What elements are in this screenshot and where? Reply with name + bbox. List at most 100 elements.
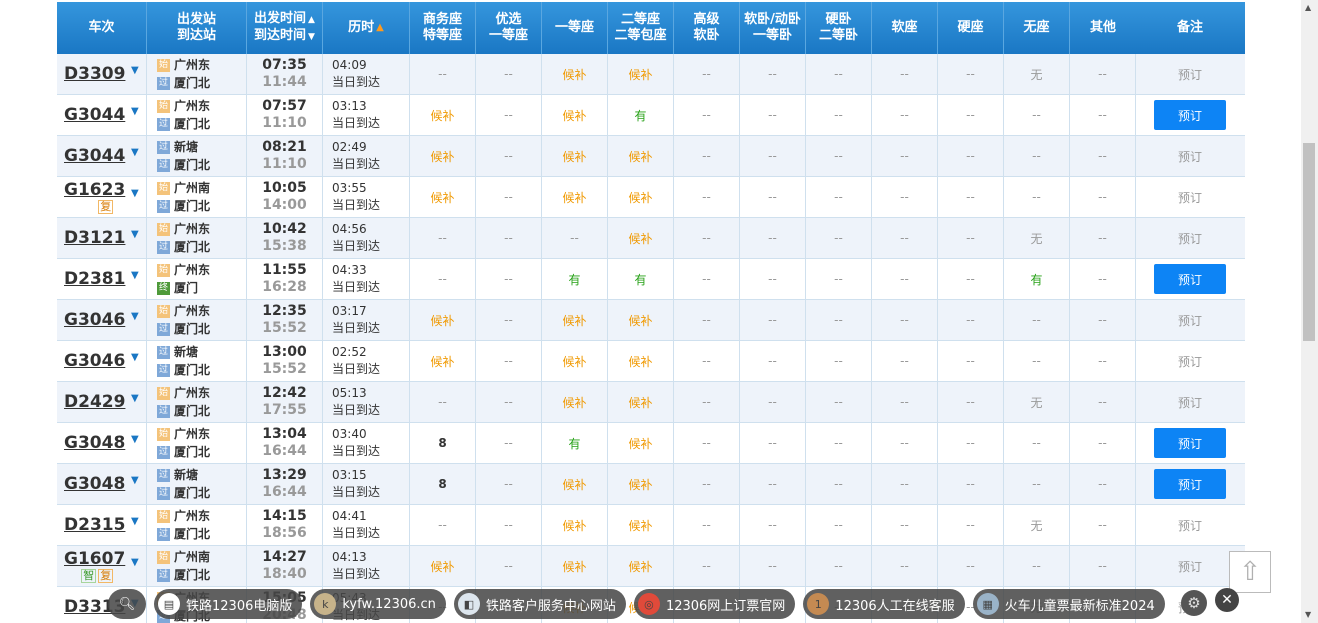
seat-cell[interactable]: 候补 bbox=[542, 300, 608, 340]
to-station[interactable]: 过厦门北 bbox=[157, 443, 210, 461]
seat-cell[interactable]: 候补 bbox=[542, 546, 608, 586]
chevron-down-icon[interactable]: ▼ bbox=[131, 147, 139, 158]
from-station[interactable]: 过新塘 bbox=[157, 138, 198, 156]
train-number-link[interactable]: D3121 bbox=[64, 228, 125, 248]
book-button[interactable]: 预订 bbox=[1154, 428, 1226, 458]
seat-cell[interactable]: 候补 bbox=[542, 136, 608, 176]
from-station[interactable]: 始广州南 bbox=[157, 179, 210, 197]
header-time[interactable]: 出发时间 ▲ 到达时间 ▼ bbox=[247, 2, 323, 54]
to-station[interactable]: 终厦门 bbox=[157, 279, 198, 297]
seat-cell[interactable]: 候补 bbox=[608, 464, 674, 504]
train-number-link[interactable]: G3044 bbox=[64, 146, 125, 166]
chevron-down-icon[interactable]: ▼ bbox=[131, 65, 139, 76]
book-button[interactable]: 预订 bbox=[1154, 469, 1226, 499]
seat-cell[interactable]: 候补 bbox=[410, 136, 476, 176]
to-station[interactable]: 过厦门北 bbox=[157, 361, 210, 379]
chevron-down-icon[interactable]: ▼ bbox=[131, 188, 139, 199]
to-station[interactable]: 过厦门北 bbox=[157, 197, 210, 215]
seat-cell[interactable]: 候补 bbox=[410, 546, 476, 586]
seat-cell[interactable]: 候补 bbox=[608, 54, 674, 94]
sort-up-icon[interactable]: ▲ bbox=[308, 15, 315, 25]
to-station[interactable]: 过厦门北 bbox=[157, 566, 210, 584]
chevron-down-icon[interactable]: ▼ bbox=[131, 475, 139, 486]
seat-cell[interactable]: 候补 bbox=[542, 505, 608, 545]
seat-cell[interactable]: 有 bbox=[608, 259, 674, 299]
seat-cell[interactable]: 候补 bbox=[542, 95, 608, 135]
train-number-link[interactable]: G3048 bbox=[64, 433, 125, 453]
chevron-down-icon[interactable]: ▼ bbox=[131, 393, 139, 404]
from-station[interactable]: 始广州东 bbox=[157, 261, 210, 279]
train-number-link[interactable]: G3044 bbox=[64, 105, 125, 125]
seat-cell[interactable]: 候补 bbox=[608, 546, 674, 586]
train-number-link[interactable]: G3046 bbox=[64, 310, 125, 330]
close-bar-button[interactable]: ✕ bbox=[1215, 588, 1239, 612]
seat-cell[interactable]: 有 bbox=[542, 259, 608, 299]
train-number-link[interactable]: G1607 bbox=[64, 549, 125, 569]
seat-cell[interactable]: 候补 bbox=[608, 382, 674, 422]
seat-cell[interactable]: 有 bbox=[608, 95, 674, 135]
book-button[interactable]: 预订 bbox=[1154, 100, 1226, 130]
search-button[interactable]: 🔍︎ bbox=[108, 589, 146, 619]
seat-cell[interactable]: 候补 bbox=[542, 54, 608, 94]
seat-cell[interactable]: 候补 bbox=[608, 505, 674, 545]
to-station[interactable]: 过厦门北 bbox=[157, 74, 210, 92]
chevron-down-icon[interactable]: ▼ bbox=[131, 106, 139, 117]
scrollbar-thumb[interactable] bbox=[1303, 143, 1315, 341]
seat-cell[interactable]: 候补 bbox=[608, 136, 674, 176]
seat-cell[interactable]: 候补 bbox=[542, 464, 608, 504]
to-station[interactable]: 过厦门北 bbox=[157, 238, 210, 256]
from-station[interactable]: 始广州东 bbox=[157, 97, 210, 115]
to-station[interactable]: 过厦门北 bbox=[157, 320, 210, 338]
bottom-link-4[interactable]: 1 12306人工在线客服 bbox=[803, 589, 965, 619]
from-station[interactable]: 始广州东 bbox=[157, 425, 210, 443]
to-station[interactable]: 过厦门北 bbox=[157, 484, 210, 502]
seat-cell[interactable]: 有 bbox=[1004, 259, 1070, 299]
seat-cell[interactable]: 8 bbox=[410, 464, 476, 504]
seat-cell[interactable]: 候补 bbox=[608, 341, 674, 381]
seat-cell[interactable]: 候补 bbox=[542, 382, 608, 422]
from-station[interactable]: 过新塘 bbox=[157, 466, 198, 484]
seat-cell[interactable]: 候补 bbox=[608, 423, 674, 463]
to-station[interactable]: 过厦门北 bbox=[157, 525, 210, 543]
seat-cell[interactable]: 候补 bbox=[410, 300, 476, 340]
to-station[interactable]: 过厦门北 bbox=[157, 402, 210, 420]
bottom-link-1[interactable]: k kyfw.12306.cn bbox=[310, 589, 446, 619]
train-number-link[interactable]: D3309 bbox=[64, 64, 125, 84]
train-number-link[interactable]: D2429 bbox=[64, 392, 125, 412]
seat-cell[interactable]: 候补 bbox=[542, 177, 608, 217]
bottom-link-5[interactable]: ▦ 火车儿童票最新标准2024 bbox=[972, 589, 1165, 619]
seat-cell[interactable]: 候补 bbox=[608, 300, 674, 340]
from-station[interactable]: 始广州东 bbox=[157, 302, 210, 320]
train-number-link[interactable]: D2381 bbox=[64, 269, 125, 289]
chevron-down-icon[interactable]: ▼ bbox=[131, 270, 139, 281]
seat-cell[interactable]: 候补 bbox=[608, 218, 674, 258]
train-number-link[interactable]: D2315 bbox=[64, 515, 125, 535]
train-number-link[interactable]: G3046 bbox=[64, 351, 125, 371]
bottom-link-3[interactable]: ◎ 12306网上订票官网 bbox=[633, 589, 796, 619]
sort-active-icon[interactable]: ▲ bbox=[376, 20, 384, 36]
bottom-link-2[interactable]: ◧ 铁路客户服务中心网站 bbox=[453, 589, 626, 619]
chevron-down-icon[interactable]: ▼ bbox=[131, 434, 139, 445]
train-number-link[interactable]: G1623 bbox=[64, 180, 125, 200]
train-number-link[interactable]: G3048 bbox=[64, 474, 125, 494]
seat-cell[interactable]: 候补 bbox=[608, 177, 674, 217]
seat-cell[interactable]: 候补 bbox=[542, 341, 608, 381]
sort-down-icon[interactable]: ▼ bbox=[308, 32, 315, 42]
to-station[interactable]: 过厦门北 bbox=[157, 156, 210, 174]
chevron-down-icon[interactable]: ▼ bbox=[131, 557, 139, 568]
chevron-down-icon[interactable]: ▼ bbox=[131, 229, 139, 240]
back-to-top-button[interactable]: ⇧ bbox=[1229, 551, 1271, 593]
seat-cell[interactable]: 有 bbox=[542, 423, 608, 463]
seat-cell[interactable]: 候补 bbox=[410, 95, 476, 135]
chevron-down-icon[interactable]: ▼ bbox=[131, 352, 139, 363]
scroll-down-icon[interactable]: ▼ bbox=[1305, 610, 1311, 619]
from-station[interactable]: 始广州东 bbox=[157, 56, 210, 74]
to-station[interactable]: 过厦门北 bbox=[157, 115, 210, 133]
seat-cell[interactable]: 候补 bbox=[410, 177, 476, 217]
book-button[interactable]: 预订 bbox=[1154, 264, 1226, 294]
settings-button[interactable]: ⚙ bbox=[1181, 590, 1207, 616]
from-station[interactable]: 始广州东 bbox=[157, 220, 210, 238]
seat-cell[interactable]: 8 bbox=[410, 423, 476, 463]
chevron-down-icon[interactable]: ▼ bbox=[131, 311, 139, 322]
bottom-link-0[interactable]: ▤ 铁路12306电脑版 bbox=[154, 589, 303, 619]
